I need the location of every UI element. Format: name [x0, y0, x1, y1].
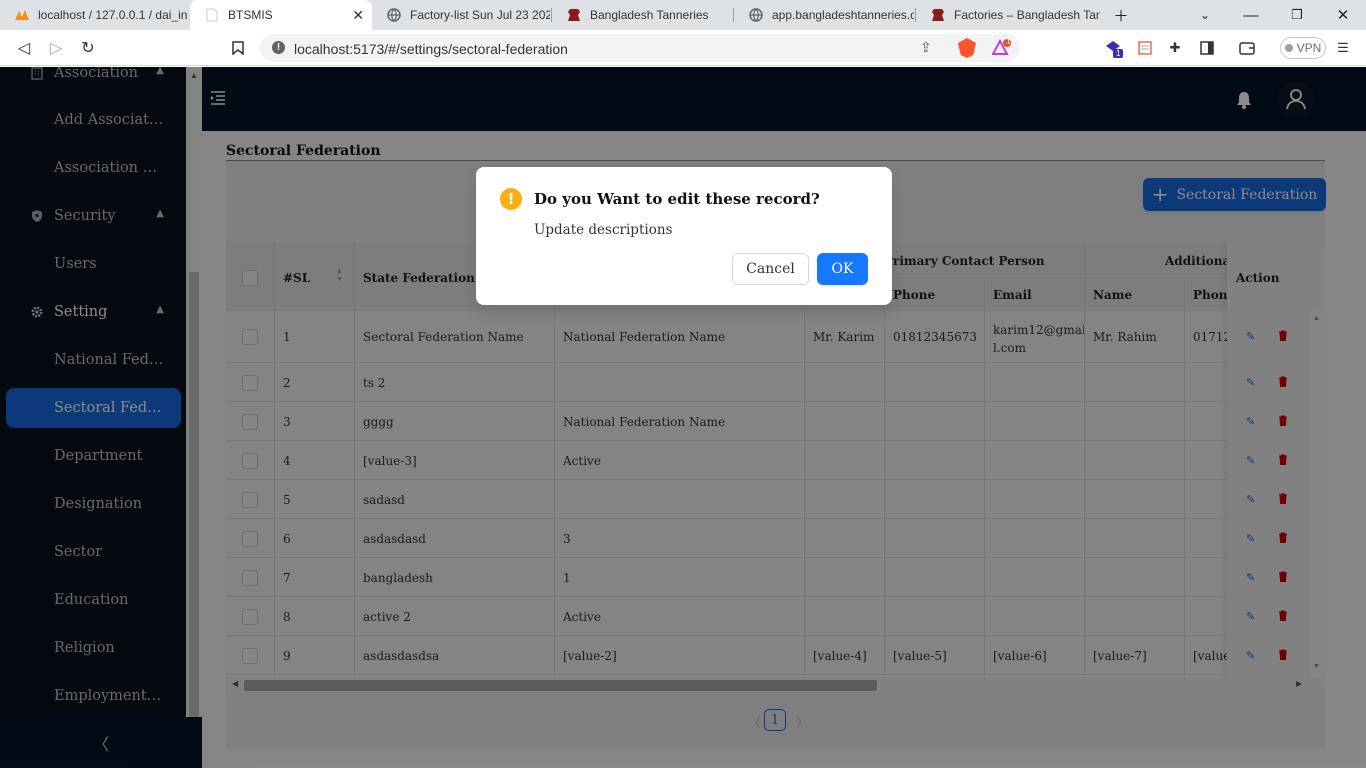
- blank-page-icon: [204, 7, 220, 23]
- vpn-label: VPN: [1296, 41, 1322, 55]
- globe-icon: [748, 7, 764, 23]
- address-bar: ◁ ▷ ↻ ! localhost:5173/#/settings/sector…: [0, 30, 1366, 66]
- phpmyadmin-icon: [14, 7, 30, 23]
- close-window-button[interactable]: ✕: [1320, 0, 1366, 30]
- reader-icon[interactable]: [1136, 39, 1154, 57]
- browser-tab[interactable]: app.bangladeshtanneries.c: [734, 0, 914, 30]
- tab-label: Factories – Bangladesh Tann: [954, 8, 1100, 22]
- leather-icon: [566, 7, 582, 23]
- bookmark-icon[interactable]: [228, 38, 248, 58]
- wallet-icon[interactable]: [1238, 39, 1256, 57]
- browser-tab[interactable]: Bangladesh Tanneries: [552, 0, 732, 30]
- puzzle-icon[interactable]: ✚: [1166, 39, 1184, 57]
- tab-label: localhost / 127.0.0.1 / dai_in: [38, 8, 188, 22]
- close-icon[interactable]: ✕: [352, 7, 364, 24]
- new-tab-button[interactable]: ＋: [1098, 0, 1144, 30]
- url-field[interactable]: ! localhost:5173/#/settings/sectoral-fed…: [260, 34, 1020, 62]
- browser-tab[interactable]: Factory-list Sun Jul 23 2023: [372, 0, 550, 30]
- exclamation-icon: !: [500, 188, 522, 210]
- tab-label: Bangladesh Tanneries: [590, 8, 709, 22]
- browser-tab[interactable]: localhost / 127.0.0.1 / dai_in: [0, 0, 188, 30]
- sidebar-toggle-icon[interactable]: [1198, 39, 1216, 57]
- maximize-button[interactable]: ❐: [1274, 0, 1320, 30]
- minimize-button[interactable]: —: [1228, 0, 1274, 30]
- tab-label: Factory-list Sun Jul 23 2023: [410, 8, 550, 22]
- vpn-button[interactable]: VPN: [1280, 37, 1326, 59]
- extension-icon[interactable]: 1: [1104, 39, 1124, 58]
- dialog-description: Update descriptions: [534, 222, 673, 238]
- globe-icon: [386, 7, 402, 23]
- extension-badge: 1: [1113, 49, 1124, 58]
- share-icon[interactable]: ⇪: [920, 39, 932, 56]
- browser-tab[interactable]: Factories – Bangladesh Tann: [916, 0, 1100, 30]
- tab-label: BTSMIS: [228, 8, 273, 22]
- browser-tab-bar: localhost / 127.0.0.1 / dai_in BTSMIS ✕ …: [0, 0, 1366, 30]
- ok-button[interactable]: OK: [817, 253, 868, 285]
- rewards-badge: 1: [1006, 37, 1011, 46]
- info-icon[interactable]: !: [272, 41, 285, 54]
- dialog-title: Do you Want to edit these record?: [534, 190, 820, 208]
- leather-icon: [930, 7, 946, 23]
- tab-label: app.bangladeshtanneries.c: [772, 8, 914, 22]
- url-text: localhost:5173/#/settings/sectoral-feder…: [294, 41, 568, 57]
- browser-tab-active[interactable]: BTSMIS ✕: [190, 0, 372, 30]
- tab-search-icon[interactable]: ⌄: [1182, 0, 1228, 30]
- vpn-status-icon: [1284, 44, 1293, 52]
- confirm-dialog: ! Do you Want to edit these record? Upda…: [476, 167, 892, 305]
- brave-shield-icon[interactable]: [958, 38, 976, 58]
- menu-icon[interactable]: ☰: [1334, 39, 1352, 57]
- cancel-button[interactable]: Cancel: [732, 253, 809, 285]
